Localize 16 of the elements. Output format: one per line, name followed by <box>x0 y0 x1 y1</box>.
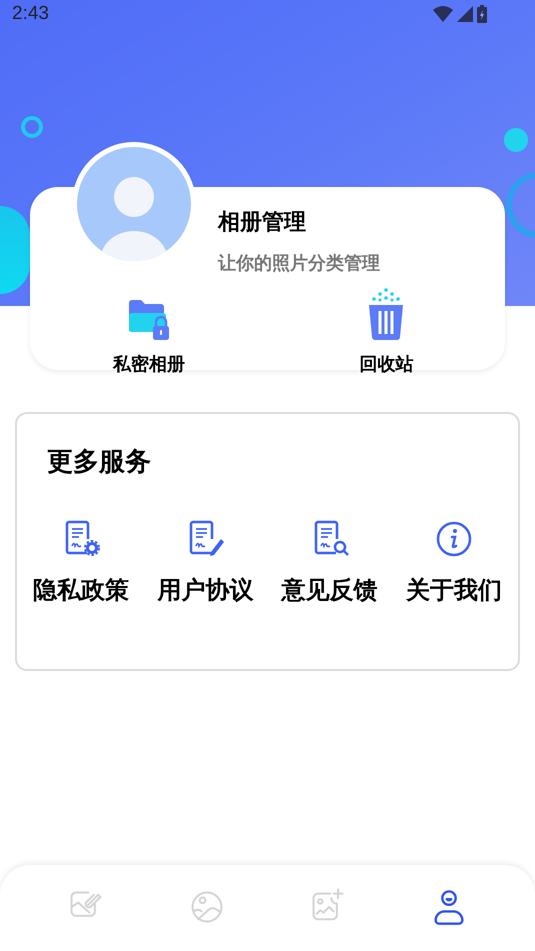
section-title: 更多服务 <box>47 445 151 478</box>
ring-decoration <box>21 116 43 138</box>
status-time: 2:43 <box>12 2 49 26</box>
trash-bin-icon <box>368 287 404 341</box>
card-subtitle: 让你的照片分类管理 <box>218 252 380 275</box>
album-action[interactable]: 私密相册 <box>30 287 268 378</box>
service-item[interactable]: 隐私政策 <box>19 519 144 609</box>
signal-icon <box>457 6 473 22</box>
service-item[interactable]: 意见反馈 <box>268 519 392 609</box>
battery-icon <box>477 5 487 23</box>
card-title: 相册管理 <box>218 208 307 236</box>
service-item[interactable]: 用户协议 <box>143 519 268 609</box>
service-item[interactable]: 关于我们 <box>392 519 516 609</box>
album-action[interactable]: 回收站 <box>268 287 505 378</box>
locked-folder-icon <box>126 299 171 341</box>
wifi-icon <box>433 6 453 22</box>
